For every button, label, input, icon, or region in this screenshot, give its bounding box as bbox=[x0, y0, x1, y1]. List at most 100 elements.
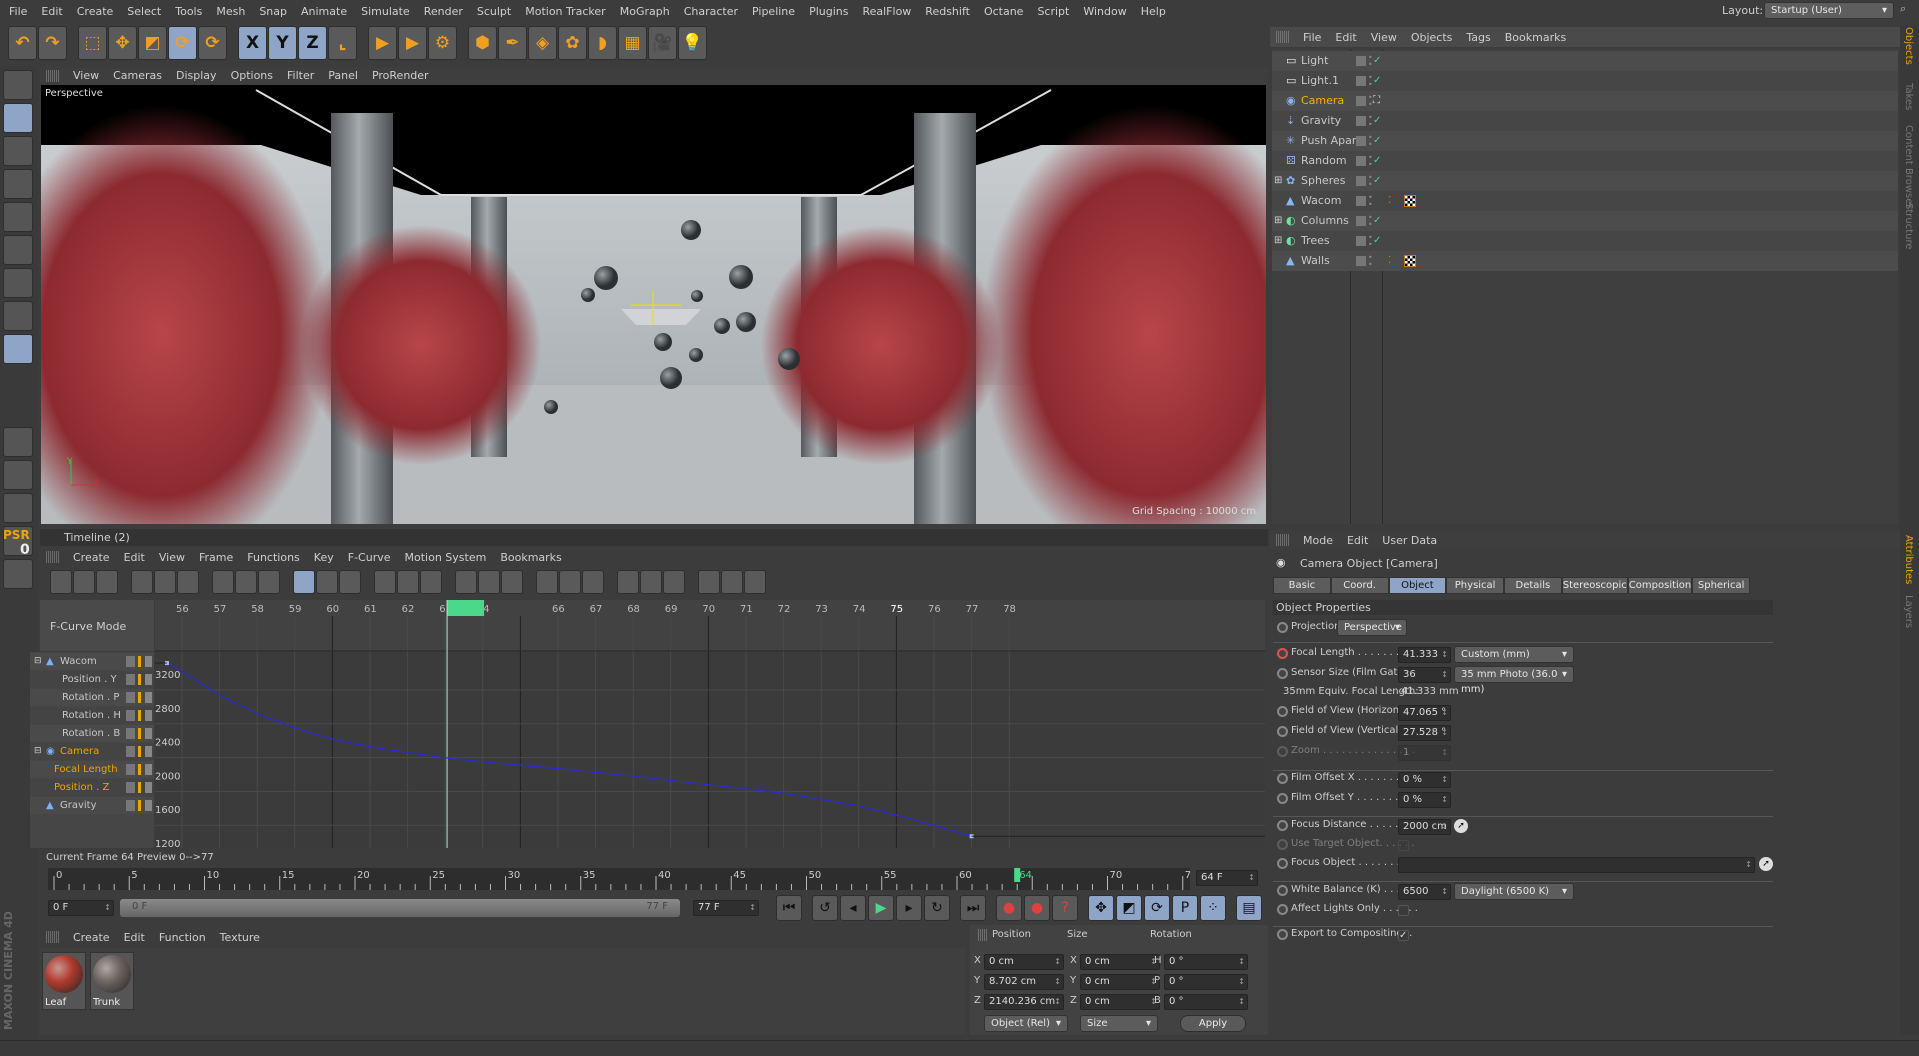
enabled-check-icon[interactable]: ✓ bbox=[1373, 131, 1381, 151]
timeline-tool-button[interactable] bbox=[501, 570, 523, 594]
end-frame-field[interactable]: 77 F bbox=[693, 900, 759, 916]
menu-item-mode[interactable]: Mode bbox=[1296, 534, 1340, 547]
timeline-track-position-y[interactable]: Position . Y bbox=[30, 671, 154, 688]
expand-icon[interactable]: ⊞ bbox=[1274, 211, 1282, 231]
object-mode-button[interactable] bbox=[3, 103, 33, 133]
coord-sv-field[interactable]: 0 cm bbox=[1080, 954, 1160, 970]
menu-item-help[interactable]: Help bbox=[1134, 5, 1173, 18]
visibility-dots-icon[interactable]: • • bbox=[1368, 254, 1373, 269]
focal-length-dropdown[interactable]: Custom (mm) bbox=[1454, 646, 1574, 663]
key-scale-button[interactable]: ◩ bbox=[1116, 895, 1142, 921]
timeline-tool-button[interactable] bbox=[397, 570, 419, 594]
menu-item-texture[interactable]: Texture bbox=[213, 931, 267, 944]
panel-grip[interactable] bbox=[46, 69, 60, 82]
timeline-track-camera[interactable]: ⊟ ◉ Camera bbox=[30, 743, 154, 760]
preview-range-slider[interactable]: 0 F 77 F bbox=[120, 899, 680, 917]
tab-stereoscopic[interactable]: Stereoscopic bbox=[1561, 577, 1628, 594]
current-frame-marker[interactable] bbox=[447, 600, 485, 616]
coord-rv-field[interactable]: 0 ° bbox=[1164, 954, 1248, 970]
timeline-tool-button[interactable] bbox=[131, 570, 153, 594]
pen-button[interactable]: ✒ bbox=[498, 26, 527, 60]
texture-tag-icon[interactable] bbox=[1404, 195, 1416, 207]
panel-grip[interactable] bbox=[1276, 31, 1290, 43]
object-row-walls[interactable]: ▲ Walls • • ⁚ bbox=[1272, 251, 1898, 271]
timeline-tool-button[interactable] bbox=[420, 570, 442, 594]
menu-item-select[interactable]: Select bbox=[120, 5, 168, 18]
deformer-button[interactable]: ◗ bbox=[588, 26, 617, 60]
key-rotation-button[interactable]: ⟳ bbox=[1144, 895, 1170, 921]
coord-size-dropdown[interactable]: Size bbox=[1080, 1015, 1158, 1032]
next-frame-button[interactable]: ▸ bbox=[896, 895, 922, 921]
layer-icon[interactable] bbox=[1356, 136, 1366, 146]
workplane-button[interactable] bbox=[3, 334, 33, 364]
affect-lights-only-checkbox[interactable] bbox=[1398, 905, 1409, 916]
menu-item-view[interactable]: View bbox=[66, 69, 106, 82]
pick-icon[interactable]: ➚ bbox=[1454, 819, 1468, 833]
visibility-dots-icon[interactable]: • • bbox=[1368, 234, 1373, 249]
focal-length-anim-toggle[interactable] bbox=[1277, 648, 1288, 659]
play-button[interactable]: ▶ bbox=[868, 895, 894, 921]
phong-tag-icon[interactable]: ⁚ bbox=[1388, 191, 1391, 211]
object-name[interactable]: Light bbox=[1301, 51, 1328, 71]
timeline-tool-button[interactable] bbox=[177, 570, 199, 594]
timeline-tool-button[interactable] bbox=[212, 570, 234, 594]
timeline-button[interactable]: ▤ bbox=[1236, 895, 1262, 921]
export-to-compositing-anim-toggle[interactable] bbox=[1277, 929, 1288, 940]
side-tab-structure[interactable]: Structure bbox=[1903, 203, 1914, 250]
timeline-tool-button[interactable] bbox=[536, 570, 558, 594]
timeline-tool-button[interactable] bbox=[258, 570, 280, 594]
timeline-track-gravity[interactable]: ▲ Gravity bbox=[30, 797, 154, 814]
timeline-tool-button[interactable] bbox=[698, 570, 720, 594]
focus-object-anim-toggle[interactable] bbox=[1277, 858, 1288, 869]
object-row-spheres[interactable]: ⊞ ✿ Spheres • • ✓ bbox=[1272, 171, 1898, 191]
rotate-button[interactable]: ⟳ bbox=[168, 26, 197, 60]
prev-frame-button[interactable]: ◂ bbox=[840, 895, 866, 921]
enabled-check-icon[interactable]: ✓ bbox=[1373, 211, 1381, 231]
timeline-tool-button[interactable] bbox=[663, 570, 685, 594]
autokey-button[interactable]: ● bbox=[1024, 895, 1050, 921]
enabled-check-icon[interactable]: ✓ bbox=[1373, 51, 1381, 71]
object-row-gravity[interactable]: ⇣ Gravity • • ✓ bbox=[1272, 111, 1898, 131]
tab-coord[interactable]: Coord. bbox=[1330, 577, 1389, 594]
panel-grip[interactable] bbox=[1276, 534, 1290, 546]
key-position-button[interactable]: ✥ bbox=[1088, 895, 1114, 921]
menu-item-options[interactable]: Options bbox=[224, 69, 280, 82]
menu-item-plugins[interactable]: Plugins bbox=[802, 5, 855, 18]
object-row-push-apart[interactable]: ✳ Push Apart • • ✓ bbox=[1272, 131, 1898, 151]
field-of-view-horizontal-field[interactable]: 47.065 ° bbox=[1398, 705, 1451, 721]
film-offset-x-field[interactable]: 0 % bbox=[1398, 772, 1451, 788]
timeline-tool-button[interactable] bbox=[721, 570, 743, 594]
light-button[interactable]: 💡 bbox=[678, 26, 707, 60]
sensor-size-film-gate-dropdown[interactable]: 35 mm Photo (36.0 mm) bbox=[1454, 666, 1574, 695]
timeline-track-rotation-b[interactable]: Rotation . B bbox=[30, 725, 154, 742]
fcurve-graph[interactable]: 5657585960616263646667686970717273747576… bbox=[155, 600, 1265, 860]
side-tab-objects[interactable]: Objects bbox=[1903, 27, 1914, 65]
snap-button[interactable] bbox=[3, 427, 33, 457]
visibility-dots-icon[interactable]: • • bbox=[1368, 134, 1373, 149]
affect-lights-only-anim-toggle[interactable] bbox=[1277, 904, 1288, 915]
menu-item-window[interactable]: Window bbox=[1076, 5, 1133, 18]
timeline-tool-button[interactable] bbox=[559, 570, 581, 594]
visibility-dots-icon[interactable]: • • bbox=[1368, 194, 1373, 209]
export-to-compositing-checkbox[interactable]: ✓ bbox=[1398, 930, 1409, 941]
menu-item-panel[interactable]: Panel bbox=[321, 69, 365, 82]
menu-item-cameras[interactable]: Cameras bbox=[106, 69, 169, 82]
menu-item-edit[interactable]: Edit bbox=[1328, 31, 1363, 44]
object-name[interactable]: Columns bbox=[1301, 211, 1349, 231]
visibility-dots-icon[interactable]: • • bbox=[1368, 94, 1373, 109]
camera-button[interactable]: 🎥 bbox=[648, 26, 677, 60]
key-pla-button[interactable]: ⁘ bbox=[1200, 895, 1226, 921]
expand-icon[interactable]: ⊞ bbox=[1274, 171, 1282, 191]
tab-details[interactable]: Details bbox=[1504, 577, 1562, 594]
use-target-object-checkbox[interactable] bbox=[1398, 840, 1409, 851]
menu-item-mograph[interactable]: MoGraph bbox=[613, 5, 677, 18]
uv-mode-button[interactable] bbox=[3, 268, 33, 298]
coord-rv-field[interactable]: 0 ° bbox=[1164, 974, 1248, 990]
texture-tag-icon[interactable] bbox=[1404, 255, 1416, 267]
timeline-tool-button[interactable] bbox=[339, 570, 361, 594]
layout-dropdown[interactable]: Startup (User) bbox=[1764, 2, 1894, 19]
panel-grip[interactable] bbox=[46, 931, 60, 943]
object-name[interactable]: Gravity bbox=[1301, 111, 1341, 131]
focal-length-field[interactable]: 41.333 bbox=[1398, 647, 1451, 663]
side-tab-takes[interactable]: Takes bbox=[1903, 83, 1914, 110]
